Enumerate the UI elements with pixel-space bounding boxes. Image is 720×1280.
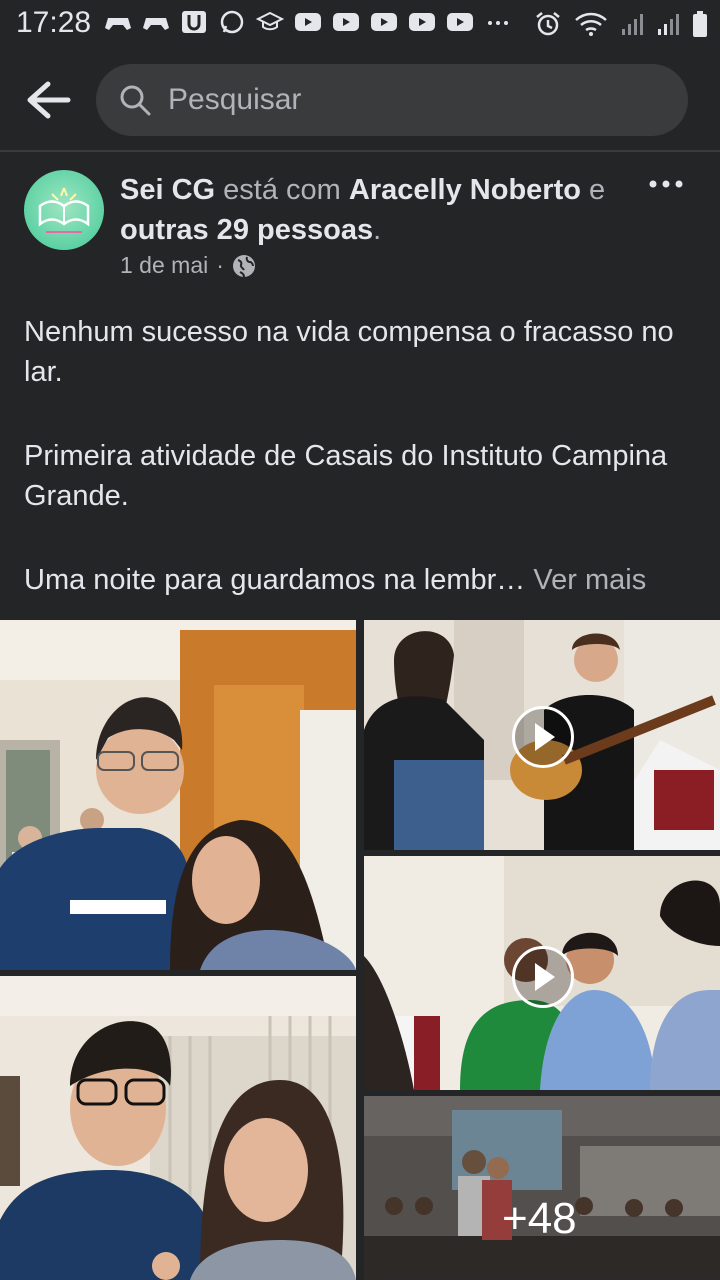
- post-paragraph: Nenhum sucesso na vida compensa o fracas…: [24, 316, 674, 388]
- youtube-icon: [447, 13, 473, 31]
- gamepad-icon: [105, 18, 131, 30]
- photo-grid: +48: [0, 620, 720, 1280]
- photo-thumbnail[interactable]: [0, 620, 356, 970]
- more-notifications-icon: [488, 21, 508, 25]
- battery-icon: [693, 11, 707, 37]
- post-paragraph: Uma noite para guardamos na lembr…: [24, 564, 526, 596]
- author-name[interactable]: Sei CG: [120, 174, 215, 206]
- signal-icon: [622, 14, 643, 35]
- play-icon: [512, 946, 574, 1008]
- gamepad-icon: [143, 18, 169, 30]
- post-header: Sei CG está com Aracelly Noberto e outra…: [120, 170, 640, 250]
- alarm-icon: [536, 12, 560, 36]
- whatsapp-icon: [220, 10, 244, 34]
- post-paragraph-last: Uma noite para guardamos na lembr… Ver m…: [24, 560, 704, 600]
- photo-thumbnail[interactable]: [0, 976, 356, 1280]
- wifi-icon: [575, 12, 607, 36]
- play-icon: [512, 706, 574, 768]
- youtube-icon: [409, 13, 435, 31]
- avatar[interactable]: [24, 170, 104, 250]
- with-text: está com: [223, 174, 341, 206]
- conjunction-text: e: [589, 174, 606, 206]
- post-meta: 1 de mai ·: [120, 252, 256, 279]
- tagged-others[interactable]: outras 29 pessoas: [120, 214, 373, 246]
- u-app-icon: [182, 11, 206, 33]
- notification-icons: [104, 10, 512, 34]
- post-text: Nenhum sucesso na vida compensa o fracas…: [24, 312, 704, 600]
- search-input[interactable]: [166, 82, 650, 118]
- status-time: 17:28: [16, 6, 92, 39]
- video-thumbnail[interactable]: [364, 856, 720, 1090]
- status-bar: 17:28: [0, 0, 720, 48]
- photo-thumbnail-more[interactable]: +48: [364, 1096, 720, 1280]
- search-icon: [120, 85, 151, 116]
- meta-separator: ·: [216, 252, 224, 278]
- system-icons: [534, 10, 708, 38]
- more-options-icon[interactable]: [648, 174, 684, 194]
- globe-icon: [232, 254, 255, 277]
- book-logo-icon: [38, 187, 90, 233]
- youtube-icon: [333, 13, 359, 31]
- signal-icon: [658, 14, 679, 35]
- tagged-person[interactable]: Aracelly Noberto: [349, 174, 581, 206]
- video-thumbnail[interactable]: [364, 620, 720, 850]
- search-bar[interactable]: [96, 64, 688, 136]
- more-photos-count: +48: [502, 1194, 577, 1243]
- youtube-icon: [295, 13, 321, 31]
- arrow-left-icon[interactable]: [22, 78, 72, 122]
- top-bar: [0, 48, 720, 152]
- youtube-icon: [371, 13, 397, 31]
- graduation-cap-icon: [256, 11, 284, 31]
- post-date[interactable]: 1 de mai: [120, 252, 208, 279]
- period: .: [373, 214, 382, 246]
- see-more-link[interactable]: Ver mais: [533, 564, 646, 596]
- post-paragraph: Primeira atividade de Casais do Institut…: [24, 440, 668, 512]
